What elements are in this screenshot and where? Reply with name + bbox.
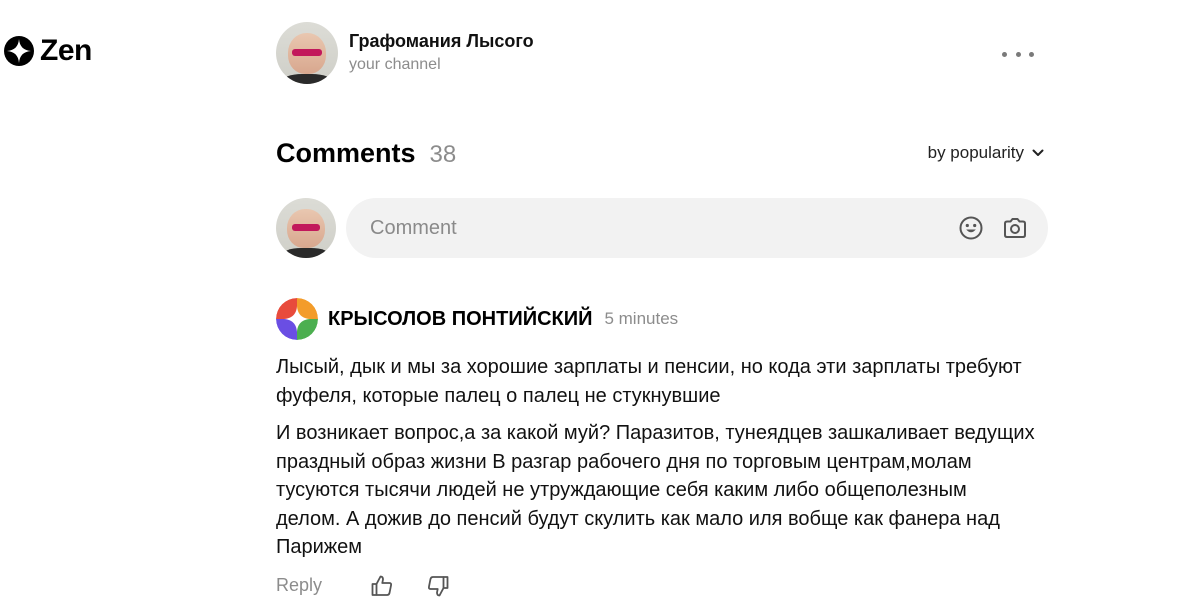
comment-paragraph: Лысый, дык и мы за хорошие зарплаты и пе…	[276, 356, 1022, 407]
thumbs-down-icon[interactable]	[426, 574, 450, 598]
sort-dropdown[interactable]: by popularity	[928, 143, 1044, 163]
reply-button[interactable]: Reply	[276, 575, 322, 596]
camera-icon[interactable]	[1002, 215, 1028, 241]
comment-box[interactable]	[346, 198, 1048, 258]
chevron-down-icon	[1032, 149, 1044, 156]
emoji-icon[interactable]	[958, 215, 984, 241]
comment-input[interactable]	[368, 215, 932, 241]
comments-header: Comments 38	[276, 138, 456, 169]
more-options-button[interactable]	[1002, 44, 1034, 64]
thumbs-up-icon[interactable]	[370, 574, 394, 598]
channel-avatar[interactable]	[276, 22, 338, 84]
channel-subtitle: your channel	[349, 56, 441, 73]
comment-timestamp: 5 minutes	[604, 309, 679, 328]
sort-label: by popularity	[927, 143, 1024, 162]
channel-name[interactable]: Графомания Лысого	[349, 30, 534, 52]
comment-actions: Reply	[276, 574, 1036, 598]
channel-header: Графомания Лысого your channel	[276, 22, 534, 84]
comments-count: 38	[429, 141, 457, 168]
author-avatar[interactable]	[276, 298, 318, 340]
zen-logo[interactable]: Zen	[4, 36, 92, 66]
comment-paragraph: И возникает вопрос,а за какой муй? Параз…	[276, 422, 1035, 558]
author-name[interactable]: КРЫСОЛОВ ПОНТИЙСКИЙ	[328, 308, 592, 331]
logo-text: Zen	[40, 34, 92, 67]
more-dots-icon	[1002, 51, 1007, 57]
user-avatar	[276, 198, 336, 258]
comment-text: Лысый, дык и мы за хорошие зарплаты и пе…	[276, 353, 1036, 562]
comments-title: Comments	[276, 138, 416, 168]
zen-star-icon	[4, 36, 34, 66]
comment-item: КРЫСОЛОВ ПОНТИЙСКИЙ 5 minutes Лысый, дык…	[276, 298, 1036, 598]
comment-composer	[276, 198, 1048, 258]
